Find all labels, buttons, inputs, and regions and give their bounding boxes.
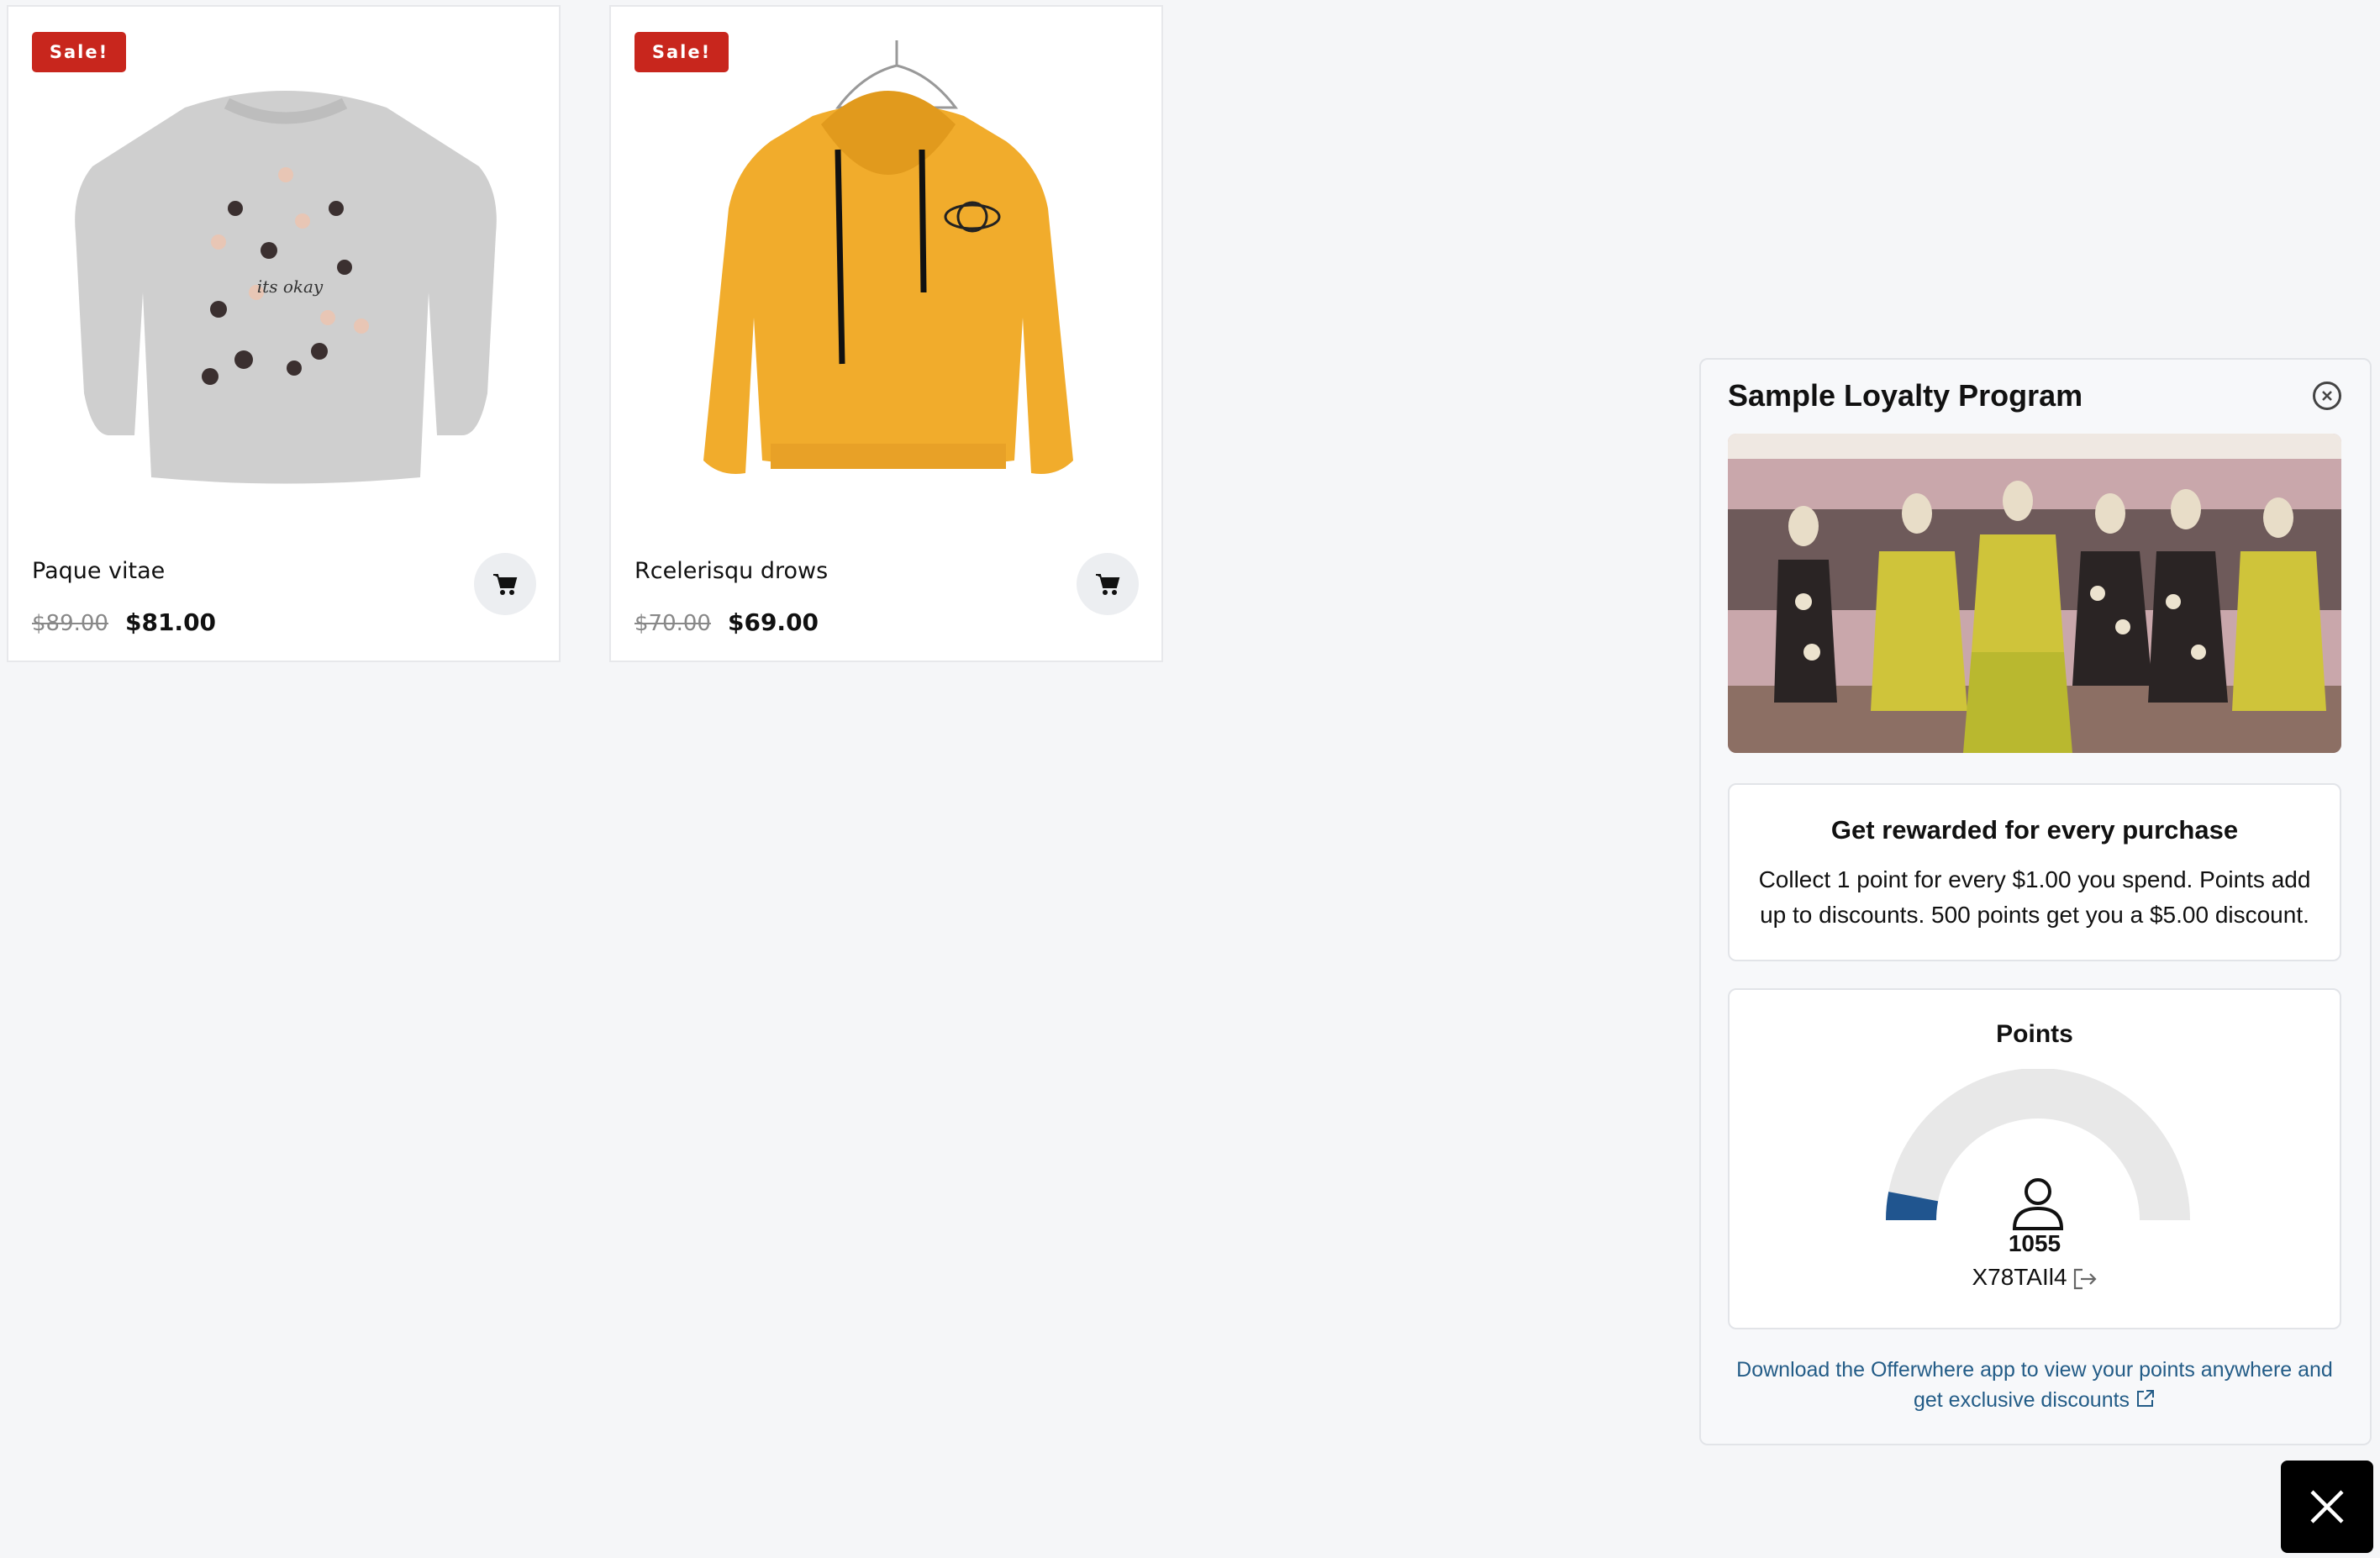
reward-heading: Get rewarded for every purchase [1830, 815, 2239, 845]
close-panel-button[interactable] [2313, 382, 2341, 410]
close-widget-button[interactable] [2281, 1461, 2373, 1553]
store-mannequins-image [1728, 434, 2341, 753]
product-price: $70.00 $69.00 [634, 608, 819, 636]
sale-price: $81.00 [124, 608, 217, 636]
download-app-link[interactable]: Download the Offerwhere app to view your… [1728, 1355, 2341, 1415]
product-image-sweatshirt[interactable]: its okay [42, 40, 529, 511]
original-price: $70.00 [634, 611, 711, 636]
panel-title: Sample Loyalty Program [1728, 378, 2083, 413]
sale-badge: Sale! [32, 32, 126, 72]
reward-info-card: Get rewarded for every purchase Collect … [1728, 783, 2341, 961]
add-to-cart-button[interactable] [474, 553, 536, 615]
svg-text:its okay: its okay [257, 276, 324, 297]
product-image-hoodie[interactable] [645, 40, 1132, 511]
sale-badge: Sale! [634, 32, 729, 72]
points-card: Points 1055 X78TAIl4 [1728, 988, 2341, 1329]
member-code: X78TAIl4 [1972, 1264, 2067, 1290]
sale-price: $69.00 [727, 608, 819, 636]
cart-icon [1096, 574, 1120, 595]
loyalty-panel: Sample Loyalty Program Get rewarded for … [1699, 358, 2372, 1445]
points-value: 1055 [2008, 1230, 2061, 1256]
product-name[interactable]: Paque vitae [32, 558, 165, 584]
product-price: $89.00 $81.00 [32, 608, 216, 636]
download-app-text[interactable]: Download the Offerwhere app to view your… [1736, 1358, 2333, 1412]
product-card[interactable]: Sale! Rcelerisqu drows $70.00 $69.00 [609, 5, 1163, 662]
external-link-icon [2137, 1390, 2155, 1407]
user-icon [2012, 1178, 2064, 1230]
points-heading: Points [1996, 1020, 2073, 1048]
product-name[interactable]: Rcelerisqu drows [634, 558, 828, 584]
member-code-row: X78TAIl4 [1730, 1264, 2340, 1291]
close-icon [2322, 391, 2332, 401]
close-icon [2310, 1490, 2344, 1524]
logout-icon[interactable] [2072, 1268, 2098, 1290]
product-card[interactable]: its okay Sale! Paque vitae $89.00 $81.00 [7, 5, 561, 662]
cart-icon [493, 574, 518, 595]
reward-description: Collect 1 point for every $1.00 you spen… [1758, 866, 2311, 928]
original-price: $89.00 [32, 611, 108, 636]
add-to-cart-button[interactable] [1077, 553, 1139, 615]
